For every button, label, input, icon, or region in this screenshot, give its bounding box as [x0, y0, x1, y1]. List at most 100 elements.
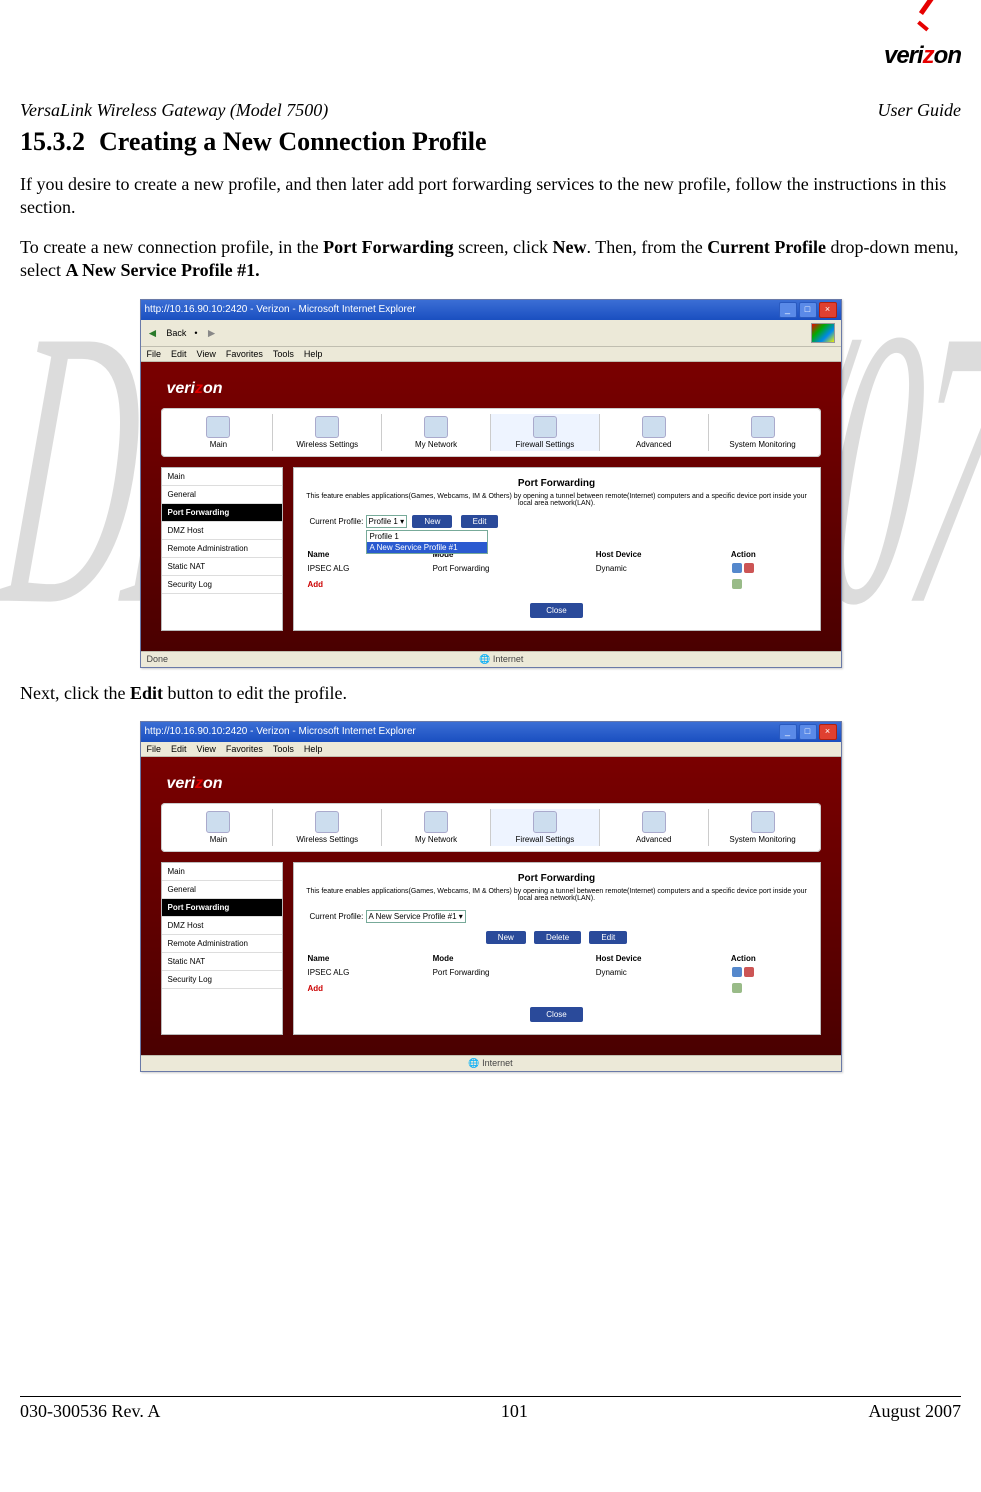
profile-option-0[interactable]: Profile 1 [367, 531, 487, 542]
tab-main[interactable]: Main [165, 414, 274, 451]
sidebar-item-dmz[interactable]: DMZ Host [162, 917, 282, 935]
verizon-logo: verizon [884, 10, 961, 68]
add-link[interactable]: Add [308, 984, 324, 993]
advanced-icon [642, 811, 666, 833]
sidebar-item-seclog[interactable]: Security Log [162, 576, 282, 594]
paragraph-1: If you desire to create a new profile, a… [20, 173, 961, 220]
close-button-panel[interactable]: Close [530, 603, 582, 618]
menu-tools[interactable]: Tools [273, 744, 294, 754]
sidebar-item-portfwd[interactable]: Port Forwarding [162, 504, 282, 522]
section-heading: 15.3.2Creating a New Connection Profile [20, 127, 961, 157]
tab-monitoring[interactable]: System Monitoring [709, 809, 817, 846]
tab-firewall[interactable]: Firewall Settings [491, 809, 600, 846]
edit-button[interactable]: Edit [461, 515, 499, 528]
col-action: Action [727, 548, 810, 561]
back-icon[interactable]: ◄ [147, 326, 159, 340]
sidebar-item-general[interactable]: General [162, 486, 282, 504]
profile-select[interactable]: A New Service Profile #1 ▾ [366, 910, 466, 923]
section-number: 15.3.2 [20, 127, 85, 157]
monitoring-icon [751, 416, 775, 438]
menu-favorites[interactable]: Favorites [226, 744, 263, 754]
add-link[interactable]: Add [308, 580, 324, 589]
new-button[interactable]: New [486, 931, 526, 944]
tab-main[interactable]: Main [165, 809, 274, 846]
close-button-panel[interactable]: Close [530, 1007, 582, 1022]
browser-menubar: File Edit View Favorites Tools Help [141, 742, 841, 757]
close-button[interactable]: × [819, 724, 837, 740]
menu-edit[interactable]: Edit [171, 744, 187, 754]
tab-advanced[interactable]: Advanced [600, 809, 709, 846]
wireless-icon [315, 416, 339, 438]
sidebar-item-remoteadmin[interactable]: Remote Administration [162, 540, 282, 558]
forward-icon[interactable]: ► [206, 326, 218, 340]
menu-help[interactable]: Help [304, 744, 323, 754]
window-title: http://10.16.90.10:2420 - Verizon - Micr… [145, 300, 416, 320]
tab-wireless[interactable]: Wireless Settings [273, 414, 382, 451]
current-profile-label: Current Profile: [310, 912, 364, 921]
add-icon[interactable] [732, 579, 742, 589]
sidebar-item-main[interactable]: Main [162, 863, 282, 881]
add-icon[interactable] [732, 983, 742, 993]
minimize-button[interactable]: _ [779, 724, 797, 740]
sidebar-item-general[interactable]: General [162, 881, 282, 899]
sidebar-item-main[interactable]: Main [162, 468, 282, 486]
firewall-sidebar: Main General Port Forwarding DMZ Host Re… [161, 862, 283, 1035]
tab-firewall[interactable]: Firewall Settings [491, 414, 600, 451]
main-icon [206, 416, 230, 438]
tab-network[interactable]: My Network [382, 414, 491, 451]
browser-statusbar: Done 🌐 Internet [141, 651, 841, 667]
menu-help[interactable]: Help [304, 349, 323, 359]
table-row: IPSEC ALG Port Forwarding Dynamic [304, 965, 810, 981]
sidebar-item-staticnat[interactable]: Static NAT [162, 558, 282, 576]
main-tabs: Main Wireless Settings My Network Firewa… [161, 803, 821, 852]
status-done: Done [147, 654, 169, 665]
menu-tools[interactable]: Tools [273, 349, 294, 359]
browser-statusbar: 🌐 Internet [141, 1055, 841, 1071]
browser-toolbar: ◄ Back • ► [141, 320, 841, 347]
menu-view[interactable]: View [197, 349, 216, 359]
menu-favorites[interactable]: Favorites [226, 349, 263, 359]
menu-view[interactable]: View [197, 744, 216, 754]
screenshot-1: http://10.16.90.10:2420 - Verizon - Micr… [140, 299, 842, 668]
edit-icon[interactable] [732, 967, 742, 977]
profile-select[interactable]: Profile 1 ▾ Profile 1 A New Service Prof… [366, 515, 408, 528]
sidebar-item-portfwd[interactable]: Port Forwarding [162, 899, 282, 917]
delete-icon[interactable] [744, 563, 754, 573]
sidebar-item-staticnat[interactable]: Static NAT [162, 953, 282, 971]
table-header-row: Name Mode Host Device Action [304, 952, 810, 965]
window-titlebar: http://10.16.90.10:2420 - Verizon - Micr… [141, 300, 841, 320]
services-table: Name Mode Host Device Action IPSEC ALG P… [304, 548, 810, 593]
profile-dropdown: Profile 1 A New Service Profile #1 [366, 530, 488, 554]
menu-file[interactable]: File [147, 349, 162, 359]
firewall-sidebar: Main General Port Forwarding DMZ Host Re… [161, 467, 283, 631]
sidebar-item-dmz[interactable]: DMZ Host [162, 522, 282, 540]
edit-button[interactable]: Edit [589, 931, 627, 944]
current-profile-label: Current Profile: [310, 517, 364, 526]
app-logo: verizon [167, 380, 821, 398]
sidebar-item-remoteadmin[interactable]: Remote Administration [162, 935, 282, 953]
minimize-button[interactable]: _ [779, 302, 797, 318]
profile-option-1[interactable]: A New Service Profile #1 [367, 542, 487, 553]
maximize-button[interactable]: □ [799, 302, 817, 318]
close-button[interactable]: × [819, 302, 837, 318]
menu-edit[interactable]: Edit [171, 349, 187, 359]
browser-menubar: File Edit View Favorites Tools Help [141, 347, 841, 362]
cell-name: IPSEC ALG [304, 965, 429, 981]
new-button[interactable]: New [412, 515, 452, 528]
menu-file[interactable]: File [147, 744, 162, 754]
add-row: Add [304, 577, 810, 593]
portfwd-panel: Port Forwarding This feature enables app… [293, 862, 821, 1035]
tab-wireless[interactable]: Wireless Settings [273, 809, 382, 846]
panel-description: This feature enables applications(Games,… [304, 888, 810, 902]
tab-monitoring[interactable]: System Monitoring [709, 414, 817, 451]
edit-icon[interactable] [732, 563, 742, 573]
maximize-button[interactable]: □ [799, 724, 817, 740]
sidebar-item-seclog[interactable]: Security Log [162, 971, 282, 989]
delete-icon[interactable] [744, 967, 754, 977]
back-label[interactable]: Back [166, 328, 186, 338]
tab-network[interactable]: My Network [382, 809, 491, 846]
panel-description: This feature enables applications(Games,… [304, 493, 810, 507]
tab-advanced[interactable]: Advanced [600, 414, 709, 451]
delete-button[interactable]: Delete [534, 931, 581, 944]
footer-left: 030-300536 Rev. A [20, 1401, 160, 1422]
